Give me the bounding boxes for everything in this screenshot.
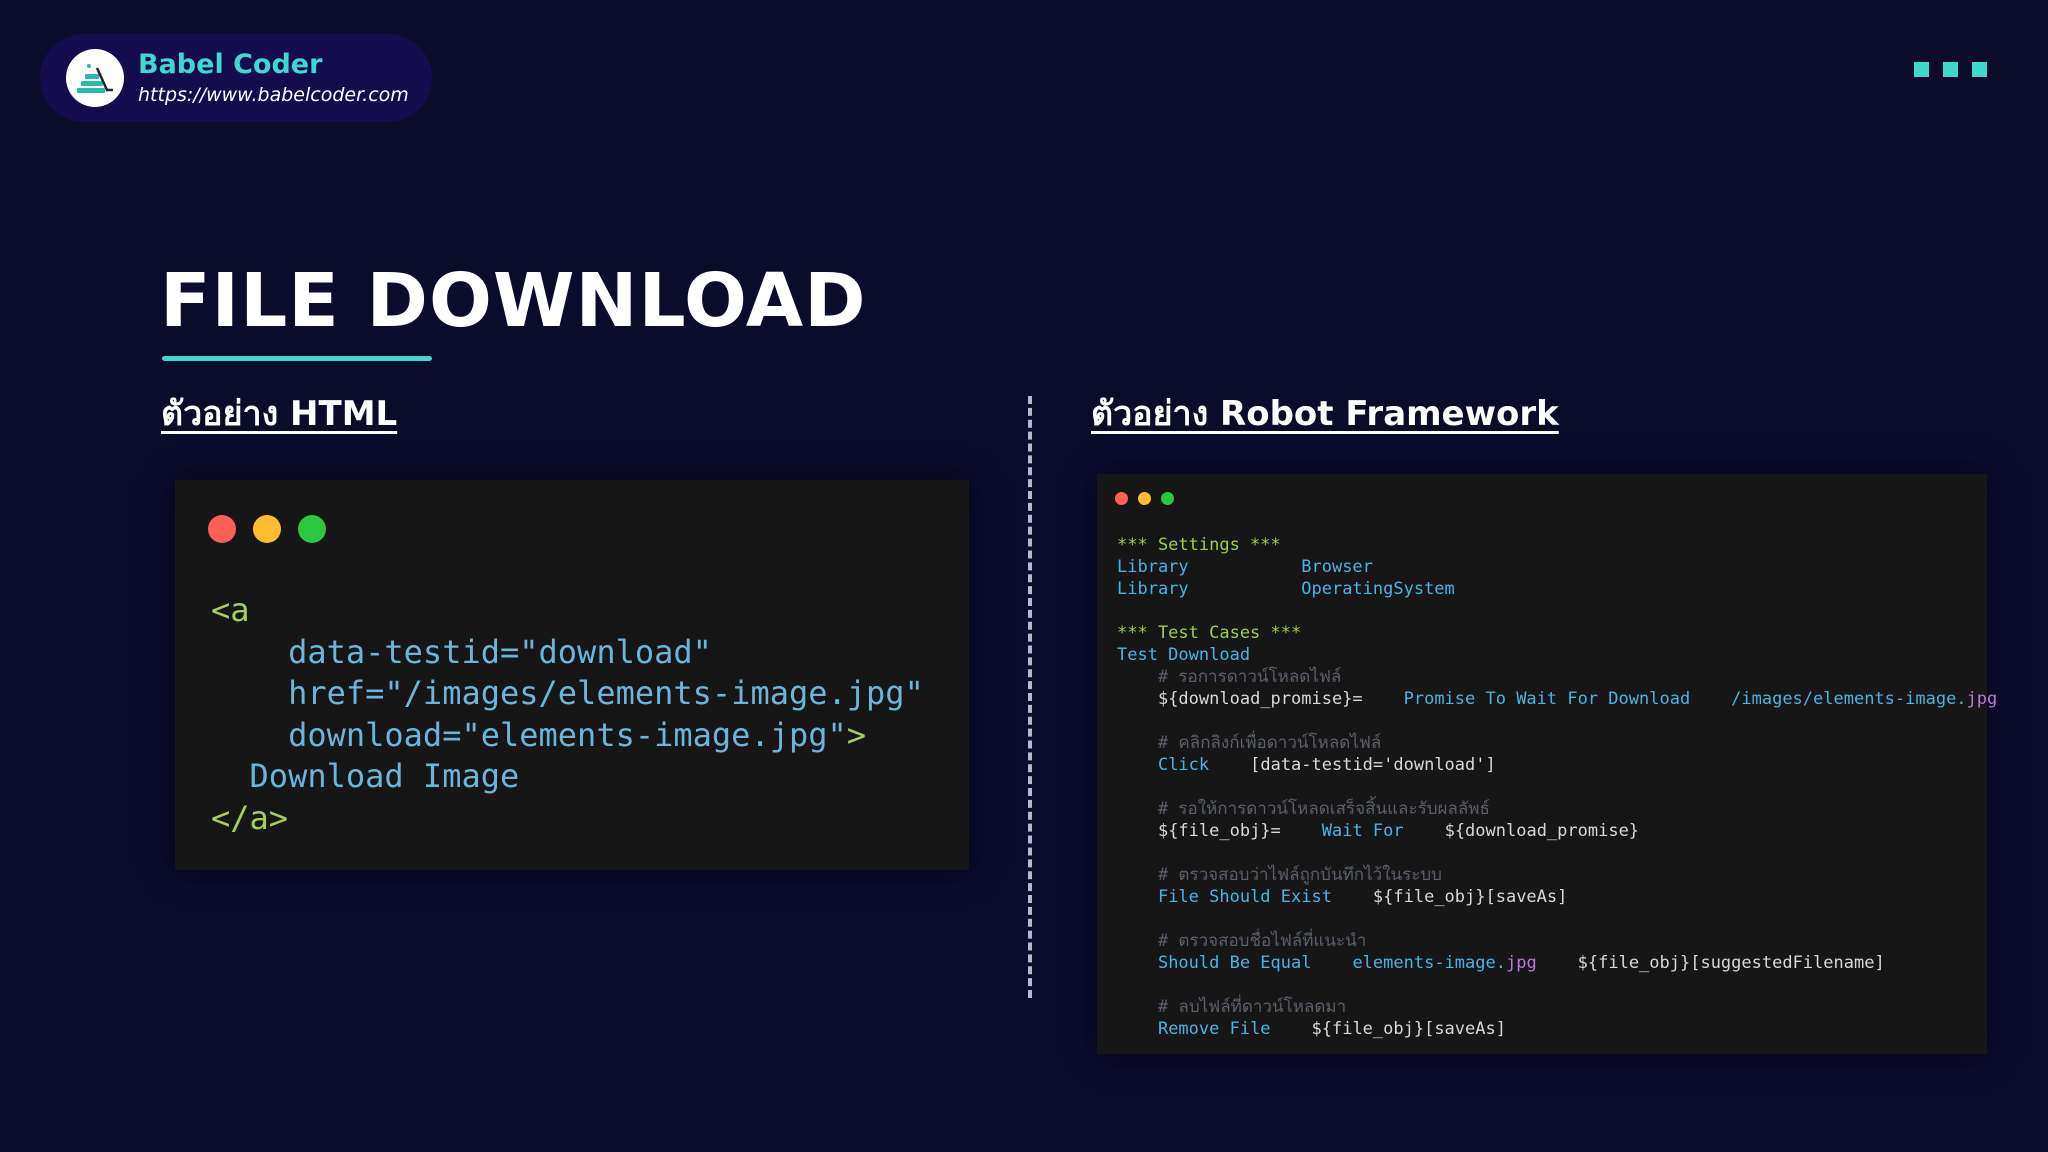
code-token: ${download_promise}=	[1157, 689, 1363, 709]
code-token: *** Settings ***	[1117, 535, 1281, 555]
minimize-dot-icon	[1138, 492, 1151, 505]
code-token: ${download_promise}	[1444, 821, 1640, 841]
code-token: ${file_obj}[suggestedFilename]	[1577, 953, 1885, 973]
code-token: href="/images/elements-image.jpg"	[288, 674, 924, 712]
title-underline	[162, 356, 432, 361]
code-token: Download Image	[249, 757, 520, 795]
code-comment: # ตรวจสอบว่าไฟล์ถูกบันทึกไว้ในระบบ	[1157, 865, 1442, 885]
code-token: ${file_obj}[saveAs]	[1372, 887, 1568, 907]
code-token: /images/elements-image.	[1731, 689, 1967, 709]
code-token: download="elements-image.jpg"	[288, 715, 847, 754]
close-dot-icon	[1115, 492, 1128, 505]
code-token: Should Be Equal	[1157, 953, 1312, 973]
window-controls	[208, 515, 326, 543]
code-token: File Should Exist	[1157, 887, 1332, 907]
minimize-dot-icon	[253, 515, 281, 543]
code-token: Promise To Wait For Download	[1403, 689, 1691, 709]
code-token: Test Download	[1117, 645, 1251, 665]
code-token: </a>	[211, 798, 289, 837]
code-token: Wait For	[1321, 821, 1404, 841]
html-code-block: <a data-testid="download" href="/images/…	[211, 590, 924, 839]
code-token: OperatingSystem	[1301, 579, 1455, 599]
code-token: data-testid="download"	[288, 632, 712, 671]
babel-coder-logo	[66, 49, 124, 107]
robot-example-heading: ตัวอย่าง Robot Framework	[1091, 394, 1559, 434]
code-token: Click	[1157, 755, 1210, 775]
code-comment: # รอให้การดาวน์โหลดเสร็จสิ้นและรับผลลัพธ…	[1157, 799, 1490, 819]
html-code-window: <a data-testid="download" href="/images/…	[175, 480, 969, 870]
code-token: jpg	[1966, 689, 1998, 709]
three-squares-icon	[1914, 62, 1987, 77]
code-comment: # คลิกลิงก์เพื่อดาวน์โหลดไฟล์	[1157, 733, 1382, 753]
square-2	[1943, 62, 1958, 77]
code-token: Remove File	[1157, 1019, 1271, 1039]
code-comment: # ตรวจสอบชื่อไฟล์ที่แนะนำ	[1157, 931, 1367, 951]
section-divider	[1028, 396, 1032, 998]
code-token: elements-image.	[1352, 953, 1506, 973]
code-token: [data-testid='download']	[1250, 755, 1496, 775]
code-token: <a	[211, 591, 250, 629]
code-token: ${file_obj}=	[1157, 821, 1281, 841]
babel-coder-logo-mark	[77, 64, 113, 93]
window-controls	[1115, 492, 1174, 505]
maximize-dot-icon	[298, 515, 326, 543]
code-token: Library	[1117, 557, 1189, 577]
brand-pill: Babel Coder https://www.babelcoder.com	[40, 34, 432, 122]
code-token: Browser	[1301, 557, 1373, 577]
brand-url: https://www.babelcoder.com	[138, 84, 409, 106]
code-token: >	[846, 715, 867, 754]
html-example-heading: ตัวอย่าง HTML	[161, 394, 398, 434]
close-dot-icon	[208, 515, 236, 543]
robot-code-window: *** Settings *** Library Browser Library…	[1097, 474, 1997, 1054]
page-title: FILE DOWNLOAD	[160, 258, 867, 344]
square-3	[1972, 62, 1987, 77]
code-token: Library	[1117, 579, 1189, 599]
code-comment: # ลบไฟล์ที่ดาวน์โหลดมา	[1157, 997, 1347, 1017]
square-1	[1914, 62, 1929, 77]
code-token: *** Test Cases ***	[1117, 623, 1302, 643]
code-token: jpg	[1505, 953, 1537, 973]
code-token: ${file_obj}[saveAs]	[1311, 1019, 1506, 1039]
brand-name: Babel Coder	[138, 49, 323, 80]
robot-code-block: *** Settings *** Library Browser Library…	[1117, 534, 1997, 1040]
code-comment: # รอการดาวน์โหลดไฟล์	[1157, 667, 1342, 687]
maximize-dot-icon	[1161, 492, 1174, 505]
